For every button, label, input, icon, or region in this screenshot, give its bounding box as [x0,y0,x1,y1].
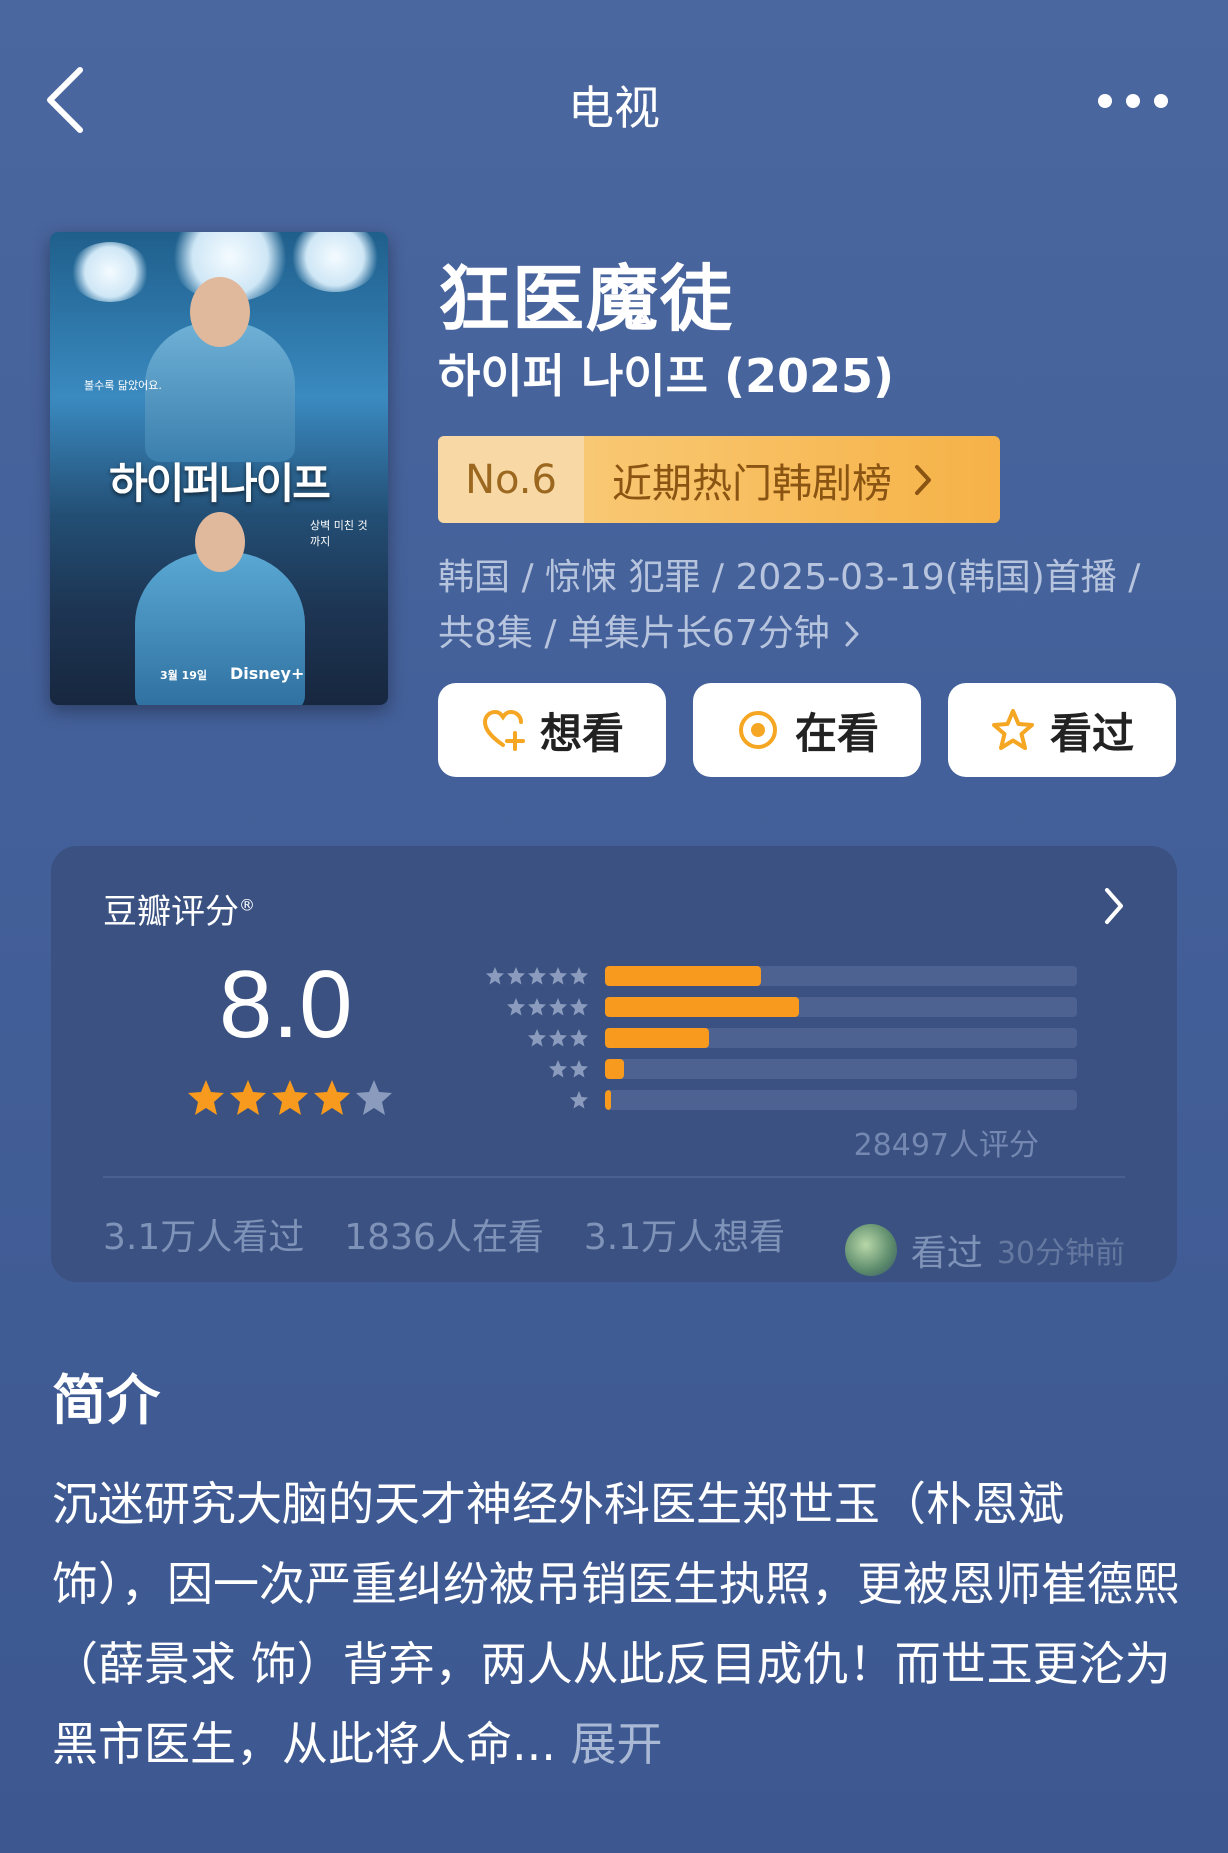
distribution-bar-fill [605,1058,624,1079]
meta-line-2: 共8集 / 单集片长67分钟 [438,613,830,654]
show-meta[interactable]: 韩国 / 惊悚 犯罪 / 2025-03-19(韩国)首播 / 共8集 / 单集… [438,550,1198,662]
star-small-icon [549,966,567,984]
star-filled-icon [272,1080,308,1115]
intro-text: 沉迷研究大脑的天才神经外科医生郑世玉（朴恩斌 饰），因一次严重纠纷被吊销医生执照… [52,1464,1182,1784]
poster-tagline-right: 상벽 미친 것까지 [310,519,368,548]
star-filled-icon [230,1080,266,1115]
watching-label: 在看 [794,708,879,758]
poster-title: 하이퍼나이프 [109,459,331,508]
chevron-right-icon[interactable] [1099,884,1129,928]
poster-image[interactable]: 볼수록 닮았어요. 하이퍼나이프 상벽 미친 것까지 3월 19일 Disney… [50,232,388,705]
rating-score: 8.0 [219,951,353,1058]
target-icon [738,711,777,749]
star-small-icon [507,997,525,1015]
expand-link[interactable]: 展开 [571,1717,663,1771]
want-to-watch-label: 想看 [539,708,624,758]
star-small-icon [507,966,525,984]
distribution-row [427,1022,1077,1053]
star-small-icon [549,1028,567,1046]
distribution-bar [605,965,1077,986]
star-small-icon [549,997,567,1015]
rank-label: 近期热门韩剧榜 [612,460,892,507]
want-count: 3.1万人想看 [583,1217,786,1258]
star-small-icon [549,1059,567,1077]
avatar [844,1224,897,1276]
distribution-bar-fill [605,1089,611,1110]
rating-card[interactable]: 豆瓣评分® 8.0 28497人评分 3.1万人看过 1836人在看 3.1万人… [51,846,1177,1282]
distribution-bar-fill [605,1027,709,1048]
star-small-icon [528,1028,546,1046]
distribution-bar [605,1089,1077,1110]
distribution-bar-fill [605,996,799,1017]
distribution-row [427,991,1077,1022]
rating-count: 28497人评分 [853,1128,1039,1163]
watched-count: 3.1万人看过 [103,1217,305,1258]
recent-time: 30分钟前 [996,1236,1125,1271]
distribution-bar [605,996,1077,1017]
distribution-stars [427,966,605,986]
distribution-bar-fill [605,965,761,986]
meta-line-1: 韩国 / 惊悚 犯罪 / 2025-03-19(韩国)首播 / [438,557,1141,598]
watched-button[interactable]: 看过 [948,683,1176,777]
rank-badge[interactable]: No.6 近期热门韩剧榜 [438,436,1000,523]
watched-label: 看过 [1049,708,1134,758]
distribution-stars [427,997,605,1017]
star-small-icon [570,966,588,984]
rank-number: No.6 [438,436,584,523]
distribution-bar [605,1027,1077,1048]
more-options-icon[interactable] [1058,86,1168,116]
recent-action: 看过 [910,1233,983,1274]
star-small-icon [570,1090,588,1108]
show-title: 狂医魔徒 [438,257,735,341]
divider [103,1176,1125,1178]
distribution-stars [427,1028,605,1048]
star-empty-icon [356,1080,392,1115]
watching-count: 1836人在看 [344,1217,544,1258]
poster-brand: Disney+ [230,664,305,683]
original-title: 하이퍼 나이프 (2025) [438,349,895,403]
top-bar: 电视 [0,0,1228,200]
distribution-row [427,960,1077,991]
want-to-watch-button[interactable]: 想看 [438,683,666,777]
star-outline-icon [991,709,1034,750]
rating-stars [186,1078,394,1118]
recent-activity[interactable]: 看过 30分钟前 [844,1224,1125,1276]
star-small-icon [528,966,546,984]
poster-date: 3월 19일 [160,669,208,682]
watching-button[interactable]: 在看 [693,683,921,777]
poster-tagline: 볼수록 닮았어요. [84,379,162,392]
star-small-icon [570,1028,588,1046]
star-filled-icon [314,1080,350,1115]
star-small-icon [486,966,504,984]
chevron-right-icon [915,464,931,495]
star-small-icon [570,997,588,1015]
page-title: 电视 [568,81,660,135]
distribution-bar [605,1058,1077,1079]
distribution-stars [427,1090,605,1110]
star-small-icon [528,997,546,1015]
star-small-icon [570,1059,588,1077]
distribution-stars [427,1059,605,1079]
rating-source-label: 豆瓣评分® [103,892,255,932]
rating-distribution [427,960,1077,1115]
distribution-row [427,1053,1077,1084]
star-filled-icon [188,1080,224,1115]
chevron-right-icon [845,621,859,647]
intro-heading: 简介 [52,1369,160,1432]
heart-plus-icon [482,709,525,751]
distribution-row [427,1084,1077,1115]
